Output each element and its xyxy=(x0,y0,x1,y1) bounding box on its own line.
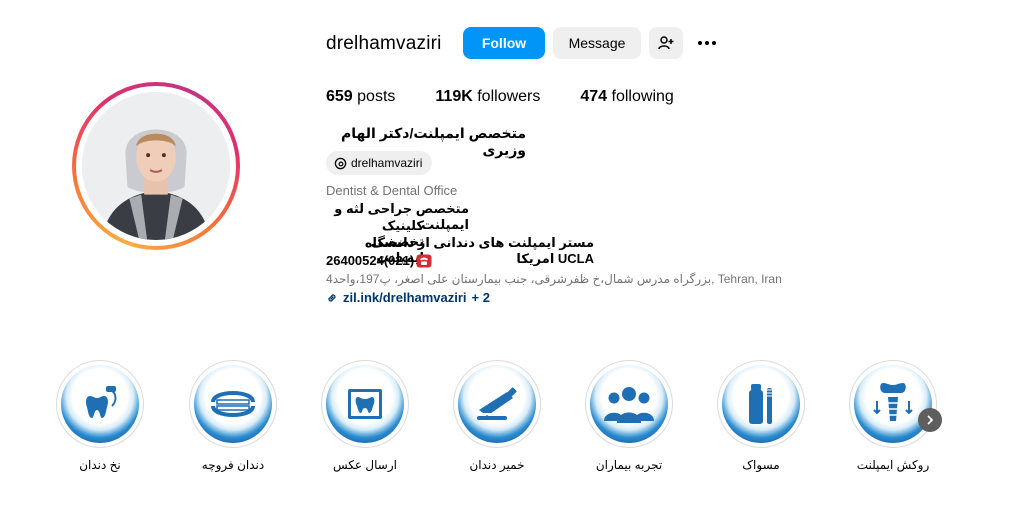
patients-icon xyxy=(604,387,654,423)
highlight-label: روکش ایمپلنت xyxy=(856,458,930,472)
profile-stats: 659 posts 119K followers 474 following xyxy=(326,88,714,106)
highlight-ring xyxy=(453,360,541,448)
highlight-ring xyxy=(717,360,805,448)
highlight-label: دندان فروچه xyxy=(201,458,265,472)
profile-avatar-ring[interactable] xyxy=(72,82,240,250)
more-dot-icon xyxy=(712,41,716,45)
highlight-cover xyxy=(458,365,536,443)
highlight-ring xyxy=(56,360,144,448)
posts-label: posts xyxy=(357,88,396,105)
highlight-item[interactable]: تجربه بیماران xyxy=(585,360,673,472)
profile-link[interactable]: zil.ink/drelhamvaziri + 2 xyxy=(326,290,490,305)
highlight-label: تجربه بیماران xyxy=(595,458,663,472)
highlight-label: ارسال عکس xyxy=(333,458,397,472)
bio-line-4: 26400524(021) xyxy=(326,253,432,268)
link-icon xyxy=(328,293,336,302)
telephone-icon xyxy=(416,254,432,267)
message-button[interactable]: Message xyxy=(553,27,641,59)
highlight-item[interactable]: ارسال عکس xyxy=(321,360,409,472)
profile-address: بزرگراه مدرس شمال،خ ظفرشرقی، جنب بیمارست… xyxy=(326,272,782,286)
followers-count: 119K xyxy=(435,88,473,105)
profile-username: drelhamvaziri xyxy=(326,33,442,54)
more-options-button[interactable] xyxy=(694,30,720,56)
highlights-next-button[interactable] xyxy=(918,408,942,432)
dental-floss-icon xyxy=(86,386,117,418)
highlight-cover xyxy=(722,365,800,443)
suggested-accounts-button[interactable] xyxy=(649,27,683,59)
followers-stat[interactable]: 119K followers xyxy=(435,88,540,106)
link-text: zil.ink/drelhamvaziri xyxy=(343,290,467,305)
highlight-item[interactable]: مسواک xyxy=(717,360,805,472)
follow-button[interactable]: Follow xyxy=(463,27,545,59)
xray-icon xyxy=(348,389,382,419)
highlight-cover xyxy=(854,365,932,443)
highlight-item[interactable]: خمیر دندان xyxy=(453,360,541,472)
highlight-label: نخ دندان xyxy=(79,458,121,472)
highlight-cover xyxy=(194,365,272,443)
threads-handle: drelhamvaziri xyxy=(351,156,423,170)
avatar xyxy=(82,92,230,240)
toothbrush-icon xyxy=(749,384,772,424)
highlight-item[interactable]: دندان فروچه xyxy=(189,360,277,472)
more-dot-icon xyxy=(698,41,702,45)
dentures-icon xyxy=(211,391,255,417)
threads-badge[interactable]: drelhamvaziri xyxy=(326,151,433,175)
highlight-cover xyxy=(590,365,668,443)
posts-stat: 659 posts xyxy=(326,88,395,106)
add-person-icon xyxy=(658,36,674,50)
implant-crown-icon xyxy=(873,383,913,421)
chevron-right-icon xyxy=(927,415,934,425)
posts-count: 659 xyxy=(326,88,353,105)
bio-phone: 26400524(021) xyxy=(326,253,415,268)
avatar-frame xyxy=(76,86,236,246)
highlight-label: خمیر دندان xyxy=(469,458,525,472)
highlight-cover xyxy=(61,365,139,443)
following-label: following xyxy=(611,88,674,105)
highlight-ring xyxy=(585,360,673,448)
profile-category: Dentist & Dental Office xyxy=(326,183,458,198)
followers-label: followers xyxy=(477,88,541,105)
highlight-ring xyxy=(849,360,937,448)
toothpaste-icon xyxy=(477,387,517,420)
highlight-label: مسواک xyxy=(742,458,780,472)
highlight-item[interactable]: نخ دندان xyxy=(56,360,144,472)
highlight-ring xyxy=(189,360,277,448)
following-stat[interactable]: 474 following xyxy=(580,88,673,106)
more-dot-icon xyxy=(705,41,709,45)
highlight-cover xyxy=(326,365,404,443)
highlight-ring xyxy=(321,360,409,448)
following-count: 474 xyxy=(580,88,608,105)
threads-icon xyxy=(334,157,347,169)
link-extra: + 2 xyxy=(471,290,490,305)
